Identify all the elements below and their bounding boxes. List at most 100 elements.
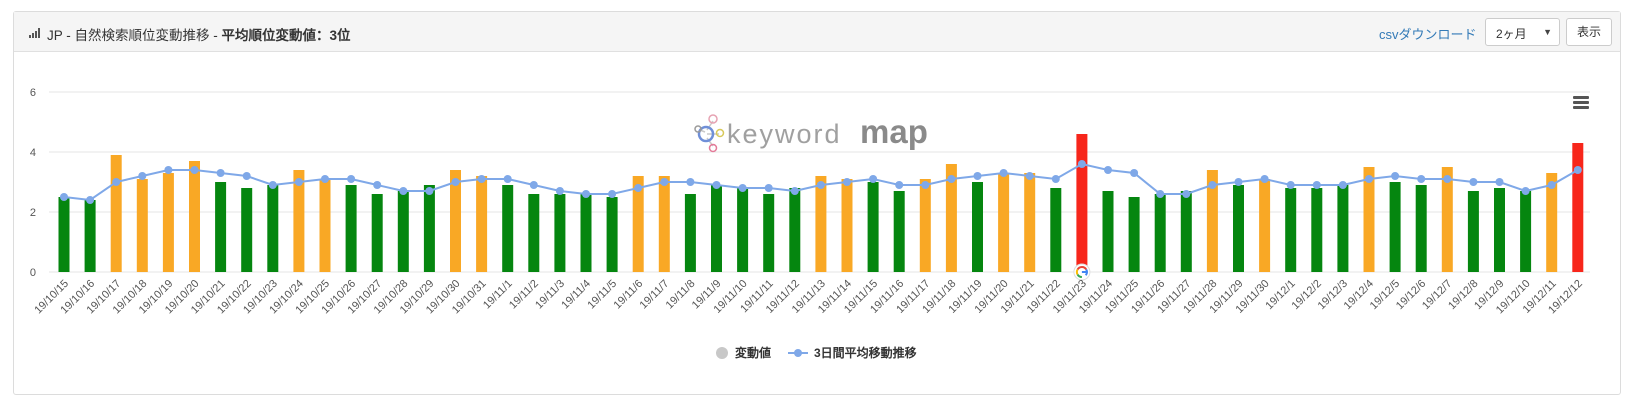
moving-average-point-19/11/9[interactable] — [712, 181, 721, 189]
bar-19/11/23[interactable] — [1076, 134, 1088, 272]
moving-average-point-19/10/18[interactable] — [138, 172, 147, 180]
moving-average-point-19/11/20[interactable] — [999, 169, 1008, 177]
moving-average-point-19/11/14[interactable] — [843, 178, 851, 186]
bar-19/11/14[interactable] — [841, 179, 853, 272]
bar-19/10/19[interactable] — [162, 173, 174, 272]
legend-label-line[interactable]: 3日間平均移動推移 — [814, 345, 917, 360]
legend-label-bars[interactable]: 変動値 — [735, 345, 771, 360]
moving-average-point-19/11/10[interactable] — [738, 184, 747, 192]
moving-average-point-19/12/7[interactable] — [1443, 175, 1452, 183]
moving-average-point-19/10/25[interactable] — [321, 175, 329, 183]
moving-average-point-19/11/1[interactable] — [503, 175, 512, 183]
moving-average-point-19/10/24[interactable] — [294, 178, 303, 186]
moving-average-point-19/10/27[interactable] — [373, 181, 382, 189]
bar-19/11/12[interactable] — [789, 188, 801, 272]
moving-average-point-19/10/17[interactable] — [112, 178, 121, 186]
moving-average-point-19/12/8[interactable] — [1469, 178, 1478, 186]
moving-average-point-19/10/15[interactable] — [60, 193, 68, 201]
bar-19/11/8[interactable] — [684, 194, 696, 272]
bar-19/11/16[interactable] — [893, 191, 905, 272]
moving-average-point-19/11/24[interactable] — [1104, 166, 1112, 174]
moving-average-point-19/10/20[interactable] — [190, 166, 199, 174]
bar-19/10/17[interactable] — [110, 155, 122, 272]
bar-19/12/12[interactable] — [1572, 143, 1584, 272]
bar-19/10/31[interactable] — [476, 176, 488, 272]
moving-average-point-19/10/21[interactable] — [216, 169, 225, 177]
bar-19/11/7[interactable] — [658, 176, 670, 272]
moving-average-point-19/10/31[interactable] — [477, 175, 486, 183]
moving-average-point-19/11/23[interactable] — [1077, 160, 1086, 168]
moving-average-point-19/12/10[interactable] — [1521, 187, 1530, 195]
moving-average-point-19/11/18[interactable] — [947, 175, 956, 183]
bar-19/10/23[interactable] — [267, 185, 279, 272]
bar-19/10/16[interactable] — [84, 200, 96, 272]
legend-marker-bars[interactable] — [716, 347, 728, 359]
moving-average-point-19/11/17[interactable] — [921, 181, 930, 189]
moving-average-point-19/12/3[interactable] — [1338, 181, 1347, 189]
moving-average-point-19/10/23[interactable] — [268, 181, 277, 189]
moving-average-point-19/11/30[interactable] — [1260, 175, 1269, 183]
moving-average-point-19/12/11[interactable] — [1547, 181, 1556, 189]
bar-19/11/15[interactable] — [867, 182, 879, 272]
bar-19/11/2[interactable] — [528, 194, 540, 272]
moving-average-point-19/11/5[interactable] — [608, 190, 617, 198]
moving-average-point-19/11/6[interactable] — [634, 184, 643, 192]
bar-19/11/20[interactable] — [998, 173, 1010, 272]
bar-19/10/26[interactable] — [345, 185, 357, 272]
bar-19/12/2[interactable] — [1311, 188, 1323, 272]
moving-average-point-19/10/16[interactable] — [86, 196, 95, 204]
moving-average-point-19/11/21[interactable] — [1025, 172, 1034, 180]
moving-average-point-19/10/30[interactable] — [451, 178, 460, 186]
chart-menu-icon[interactable] — [1573, 96, 1589, 110]
legend-marker-line[interactable] — [794, 349, 802, 357]
moving-average-point-19/11/19[interactable] — [973, 172, 982, 180]
bar-19/12/3[interactable] — [1337, 185, 1349, 272]
moving-average-point-19/10/28[interactable] — [399, 187, 408, 195]
moving-average-point-19/12/4[interactable] — [1365, 175, 1373, 183]
bar-19/10/25[interactable] — [319, 179, 331, 272]
moving-average-point-19/12/2[interactable] — [1312, 181, 1321, 189]
bar-19/11/26[interactable] — [1154, 194, 1166, 272]
google-marker-icon[interactable] — [1073, 263, 1091, 281]
moving-average-point-19/11/8[interactable] — [686, 178, 695, 186]
moving-average-point-19/11/16[interactable] — [895, 181, 904, 189]
bar-19/11/9[interactable] — [711, 185, 722, 272]
moving-average-point-19/11/7[interactable] — [660, 178, 669, 186]
bar-19/12/10[interactable] — [1520, 191, 1532, 272]
moving-average-point-19/10/29[interactable] — [425, 187, 434, 195]
moving-average-point-19/11/28[interactable] — [1208, 181, 1217, 189]
moving-average-point-19/11/3[interactable] — [555, 187, 564, 195]
bar-19/10/20[interactable] — [189, 161, 200, 272]
moving-average-point-19/11/27[interactable] — [1182, 190, 1191, 198]
bar-19/12/6[interactable] — [1415, 185, 1427, 272]
bar-19/11/10[interactable] — [737, 188, 749, 272]
moving-average-point-19/11/29[interactable] — [1234, 178, 1243, 186]
bar-19/12/9[interactable] — [1494, 188, 1505, 272]
moving-average-point-19/12/9[interactable] — [1495, 178, 1504, 186]
moving-average-point-19/11/13[interactable] — [816, 181, 825, 189]
bar-19/11/17[interactable] — [919, 179, 931, 272]
bar-19/11/24[interactable] — [1102, 191, 1114, 272]
moving-average-point-19/11/12[interactable] — [790, 187, 799, 195]
bar-19/10/22[interactable] — [241, 188, 253, 272]
bar-19/12/5[interactable] — [1389, 182, 1401, 272]
moving-average-point-19/11/26[interactable] — [1156, 190, 1165, 198]
moving-average-point-19/10/22[interactable] — [242, 172, 251, 180]
moving-average-point-19/10/26[interactable] — [347, 175, 356, 183]
bar-19/10/29[interactable] — [423, 185, 435, 272]
bar-19/11/22[interactable] — [1050, 188, 1062, 272]
bar-19/11/19[interactable] — [972, 182, 983, 272]
moving-average-point-19/11/22[interactable] — [1051, 175, 1060, 183]
bar-19/11/21[interactable] — [1024, 173, 1036, 272]
moving-average-point-19/11/11[interactable] — [764, 184, 773, 192]
moving-average-point-19/11/4[interactable] — [582, 190, 590, 198]
bar-19/10/27[interactable] — [371, 194, 383, 272]
moving-average-point-19/10/19[interactable] — [164, 166, 173, 174]
moving-average-point-19/11/2[interactable] — [529, 181, 538, 189]
bar-19/12/8[interactable] — [1467, 191, 1479, 272]
moving-average-point-19/12/6[interactable] — [1417, 175, 1426, 183]
bar-19/11/4[interactable] — [580, 194, 592, 272]
bar-19/11/30[interactable] — [1259, 179, 1271, 272]
moving-average-point-19/12/12[interactable] — [1573, 166, 1582, 174]
bar-19/11/29[interactable] — [1233, 185, 1244, 272]
